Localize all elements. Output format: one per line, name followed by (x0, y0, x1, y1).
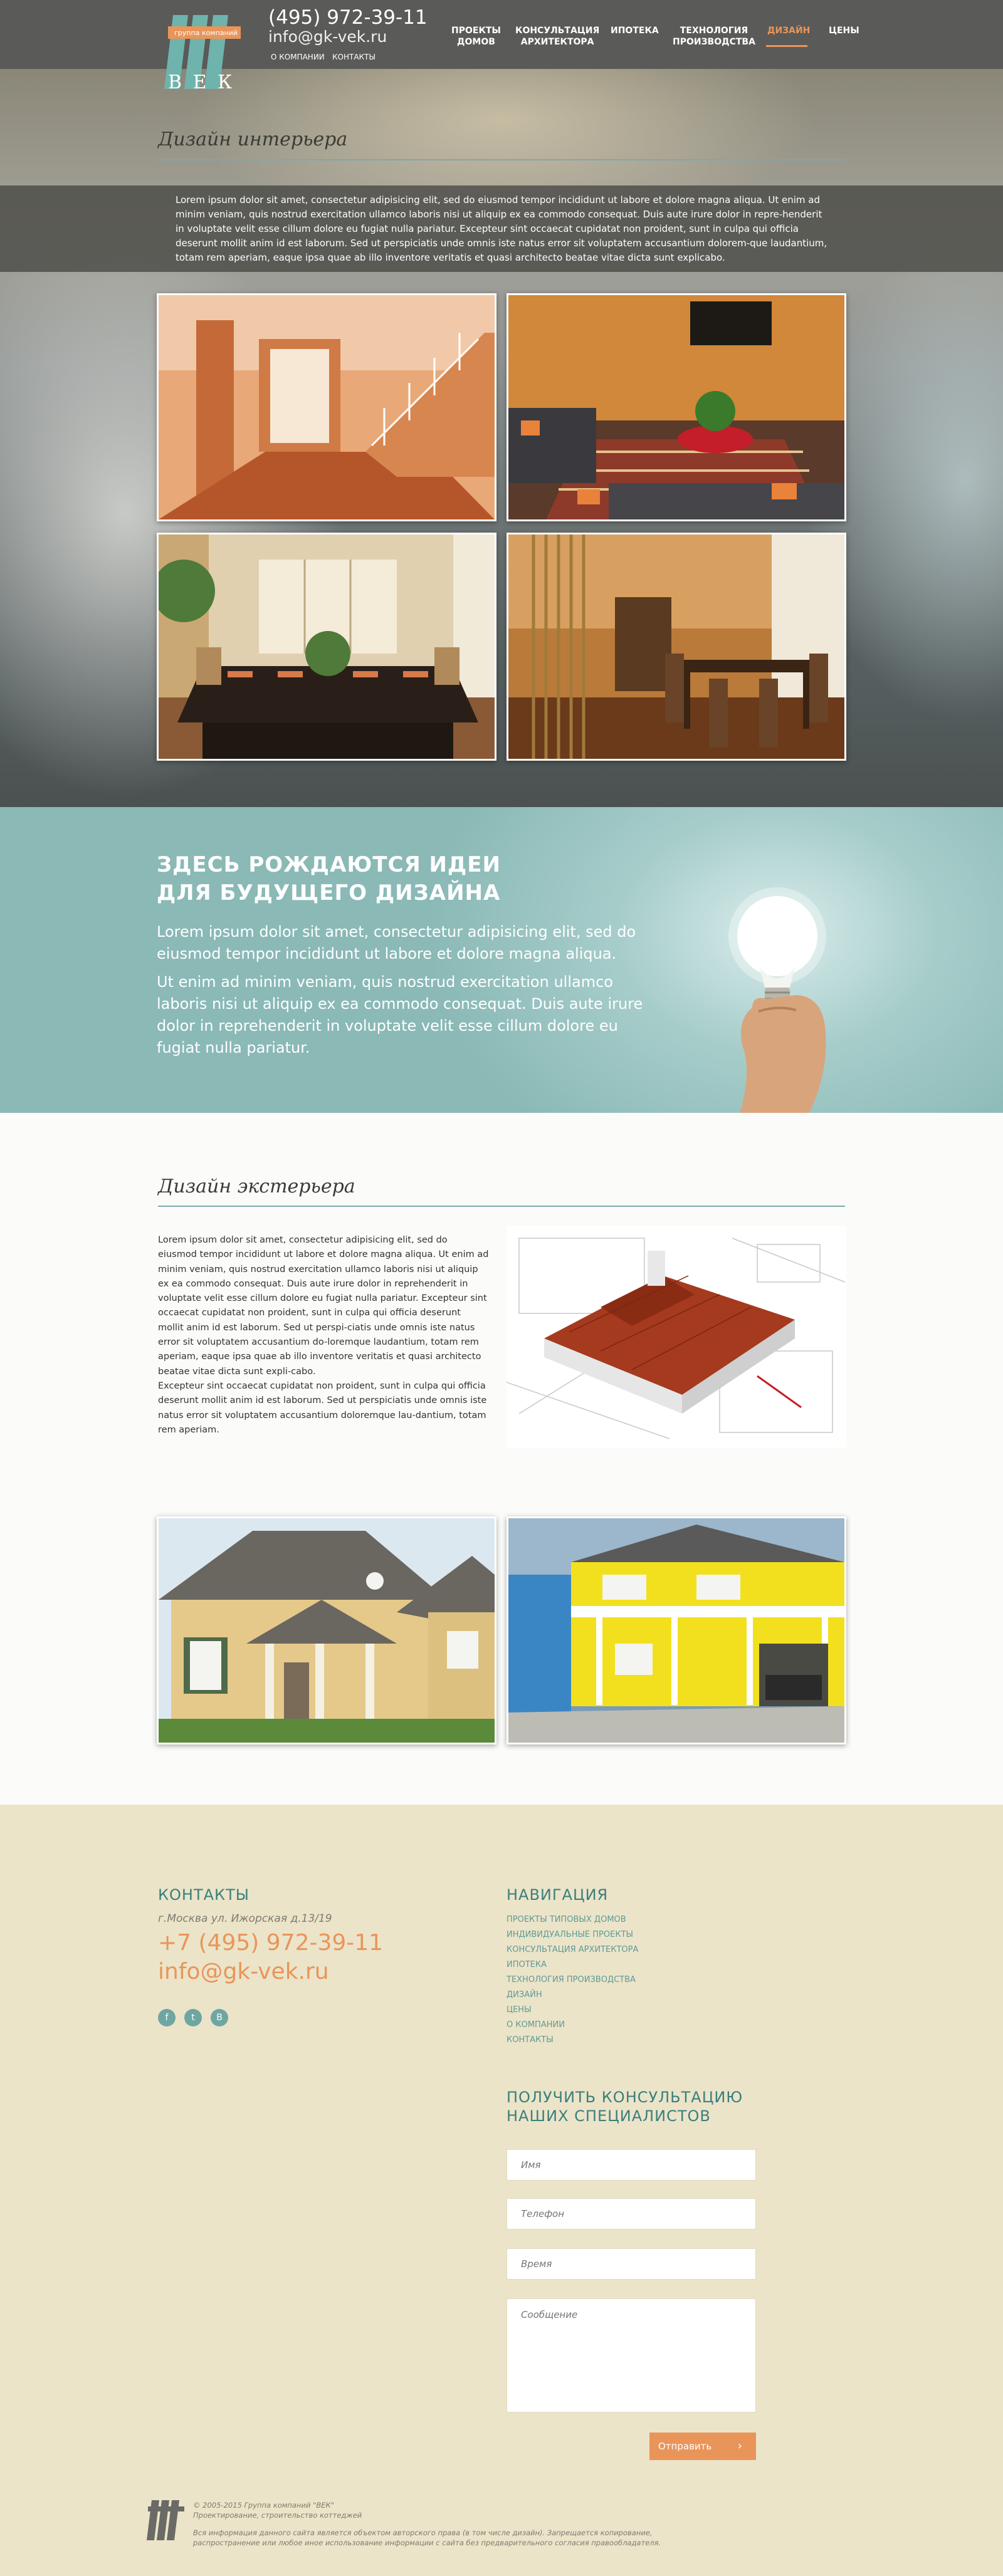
nav-projects[interactable]: ПРОЕКТЫ ДОМОВ (451, 25, 501, 48)
footer-nav-mortgage[interactable]: ИПОТЕКА (507, 1960, 547, 1969)
name-input[interactable] (507, 2149, 756, 2181)
submit-button[interactable]: Отправить › (649, 2433, 756, 2460)
header-phone[interactable]: (495) 972-39-11 (268, 6, 428, 29)
company-logo[interactable]: группа компаний В Е К (164, 11, 244, 99)
interior-photo-hallway[interactable] (157, 293, 496, 521)
interior-title: Дизайн интерьера (158, 128, 348, 150)
message-textarea[interactable] (507, 2298, 756, 2412)
nav-design[interactable]: ДИЗАЙН (767, 25, 810, 36)
copyright-line-2: Проектирование, строительство коттеджей (193, 2511, 362, 2520)
site-footer: КОНТАКТЫ г.Москва ул. Ижорская д.13/19 +… (0, 1805, 1003, 2576)
exterior-section: Дизайн экстерьера Lorem ipsum dolor sit … (0, 1113, 1003, 1805)
nav-mortgage[interactable]: ИПОТЕКА (611, 25, 659, 36)
lightbulb-hand-icon (728, 887, 826, 1114)
footer-nav-contacts[interactable]: КОНТАКТЫ (507, 2035, 554, 2045)
footer-nav-about[interactable]: О КОМПАНИИ (507, 2020, 565, 2030)
footer-logo-icon[interactable] (147, 2499, 187, 2544)
subnav-contacts[interactable]: КОНТАКТЫ (332, 53, 375, 61)
subnav-about[interactable]: О КОМПАНИИ (271, 53, 325, 61)
arrow-right-icon: › (737, 2439, 742, 2453)
footer-nav-title: НАВИГАЦИЯ (507, 1886, 609, 1904)
form-title: ПОЛУЧИТЬ КОНСУЛЬТАЦИЮ НАШИХ СПЕЦИАЛИСТОВ (507, 2088, 743, 2125)
time-input[interactable] (507, 2248, 756, 2280)
exterior-photo-house-beige[interactable] (157, 1516, 496, 1744)
nav-architect[interactable]: КОНСУЛЬТАЦИЯ АРХИТЕКТОРА (515, 25, 599, 48)
vk-icon[interactable]: B (211, 2009, 228, 2026)
interior-photo-living-room[interactable] (507, 293, 846, 521)
nav-prices[interactable]: ЦЕНЫ (829, 25, 859, 36)
footer-nav-architect[interactable]: КОНСУЛЬТАЦИЯ АРХИТЕКТОРА (507, 1945, 638, 1954)
twitter-icon[interactable]: t (184, 2009, 202, 2026)
footer-nav-individual-projects[interactable]: ИНДИВИДУАЛЬНЫЕ ПРОЕКТЫ (507, 1930, 633, 1939)
interior-photo-dining[interactable] (157, 533, 496, 761)
contacts-title: КОНТАКТЫ (158, 1886, 249, 1904)
nav-technology[interactable]: ТЕХНОЛОГИЯ ПРОИЗВОДСТВА (673, 25, 755, 48)
interior-text: Lorem ipsum dolor sit amet, consectetur … (176, 194, 827, 263)
logo-tagline: группа компаний (174, 29, 238, 37)
ideas-paragraph-2: Ut enim ad minim veniam, quis nostrud ex… (157, 973, 643, 1056)
disclaimer-line-1: Вся информация данного сайта является об… (193, 2528, 653, 2537)
nav-active-indicator (766, 45, 807, 47)
exterior-photo-house-yellow[interactable] (507, 1516, 846, 1744)
copyright-line-1: © 2005-2015 Группа компаний "ВЕК" (193, 2501, 334, 2510)
footer-nav-prices[interactable]: ЦЕНЫ (507, 2005, 532, 2015)
ideas-heading: ЗДЕСЬ РОЖДАЮТСЯ ИДЕИ ДЛЯ БУДУЩЕГО ДИЗАЙН… (157, 852, 501, 905)
header-email[interactable]: info@gk-vek.ru (268, 28, 387, 46)
interior-section: Дизайн интерьера Lorem ipsum dolor sit a… (0, 69, 1003, 807)
contacts-email[interactable]: info@gk-vek.ru (158, 1959, 329, 1984)
ideas-paragraph-1: Lorem ipsum dolor sit amet, consectetur … (157, 923, 636, 962)
exterior-divider (158, 1206, 845, 1207)
exterior-photo-blueprint[interactable] (507, 1226, 846, 1447)
phone-input[interactable] (507, 2198, 756, 2229)
contacts-address: г.Москва ул. Ижорская д.13/19 (158, 1912, 332, 1925)
logo-text: В Е К (168, 71, 235, 93)
ideas-banner: ЗДЕСЬ РОЖДАЮТСЯ ИДЕИ ДЛЯ БУДУЩЕГО ДИЗАЙН… (0, 807, 1003, 1114)
site-header: (495) 972-39-11 info@gk-vek.ru О КОМПАНИ… (0, 0, 1003, 69)
exterior-title: Дизайн экстерьера (158, 1176, 355, 1197)
footer-nav-technology[interactable]: ТЕХНОЛОГИЯ ПРОИЗВОДСТВА (507, 1975, 636, 1984)
exterior-text: Lorem ipsum dolor sit amet, consectetur … (158, 1235, 489, 1435)
footer-wave-divider (0, 1805, 1003, 1810)
disclaimer-line-2: распространение или любое иное использов… (193, 2538, 661, 2547)
footer-nav-typical-projects[interactable]: ПРОЕКТЫ ТИПОВЫХ ДОМОВ (507, 1915, 626, 1924)
interior-photo-dining-bamboo[interactable] (507, 533, 846, 761)
footer-nav-design[interactable]: ДИЗАЙН (507, 1990, 542, 2000)
facebook-icon[interactable]: f (158, 2009, 176, 2026)
interior-divider (158, 159, 845, 160)
contacts-phone[interactable]: +7 (495) 972-39-11 (158, 1930, 383, 1956)
